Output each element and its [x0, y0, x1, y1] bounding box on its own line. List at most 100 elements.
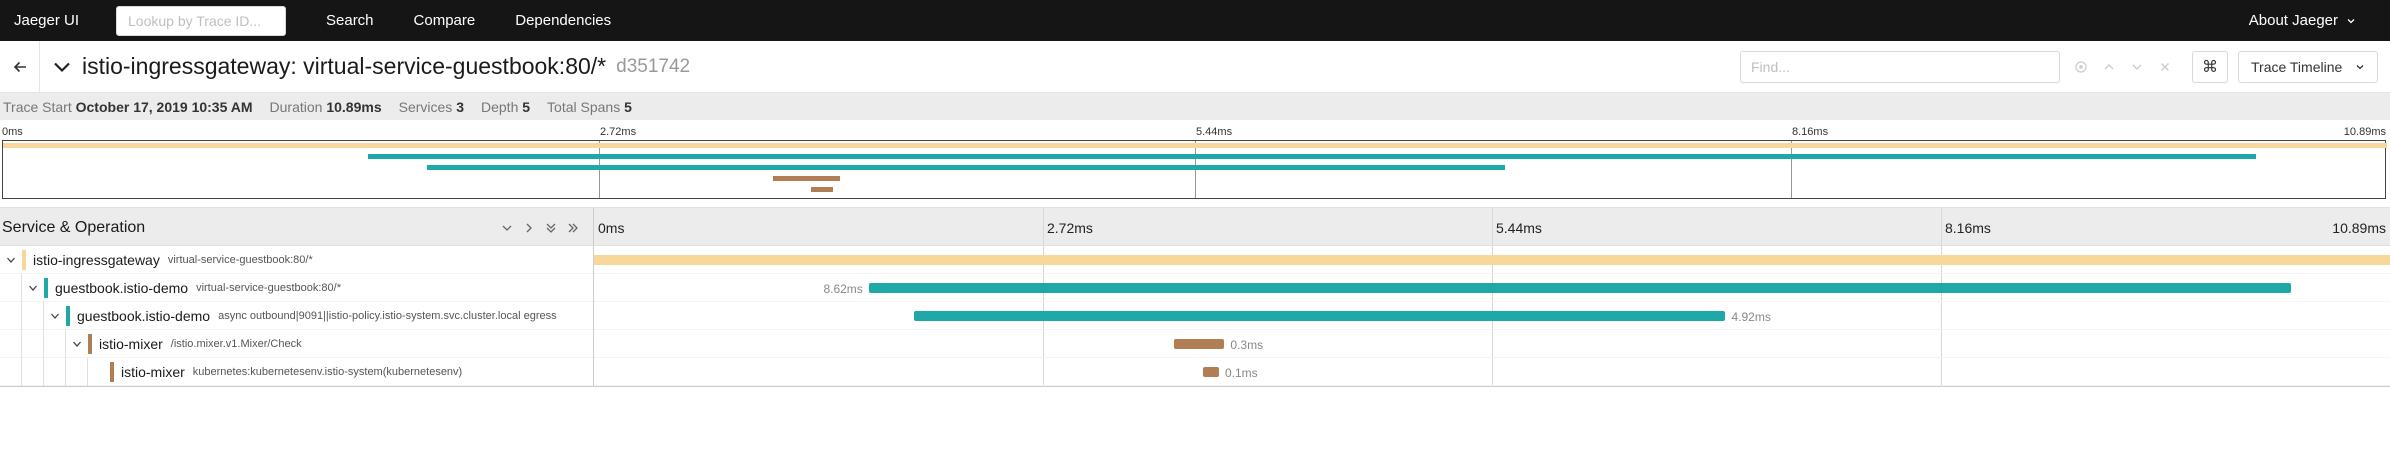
service-color-marker — [66, 306, 70, 326]
span-indent-guide — [44, 330, 66, 358]
span-name-cell[interactable]: istio-ingressgateway virtual-service-gues… — [0, 246, 594, 274]
arrow-left-icon — [13, 61, 26, 72]
span-indent-guide — [66, 358, 88, 386]
span-indent-guide — [22, 302, 44, 330]
span-row[interactable]: guestbook.istio-demo virtual-service-gues… — [0, 274, 2390, 302]
span-operation-name: /istio.mixer.v1.Mixer/Check — [170, 338, 302, 350]
span-row[interactable]: istio-mixer/istio.mixer.v1.Mixer/Check 0.… — [0, 330, 2390, 358]
span-service-name: istio-ingressgateway — [33, 252, 160, 268]
chevron-up-icon[interactable] — [2102, 60, 2116, 74]
find-input[interactable] — [1740, 50, 2060, 83]
span-row[interactable]: istio-ingressgateway virtual-service-gues… — [0, 246, 2390, 274]
keyboard-shortcuts-button[interactable]: ⌘ — [2192, 50, 2228, 83]
minimap-tick-label: 5.44ms — [1196, 126, 1233, 138]
trace-id: d351742 — [616, 55, 691, 77]
trace-summary: Trace Start October 17, 2019 10:35 AM Du… — [0, 93, 2390, 120]
chevron-down-icon — [7, 257, 15, 263]
minimap-tick-label: 10.89ms — [2343, 126, 2386, 138]
span-service-name: guestbook.istio-demo — [55, 280, 189, 296]
chevron-down-icon — [2356, 64, 2364, 69]
span-row[interactable]: guestbook.istio-demo async outbound|9091|… — [0, 302, 2390, 330]
timeline-tick-label: 5.44ms — [1496, 220, 1542, 236]
span-rows: istio-ingressgateway virtual-service-gues… — [0, 246, 2390, 386]
span-service-name: istio-mixer — [99, 336, 163, 352]
span-name-cell[interactable]: guestbook.istio-demo async outbound|9091|… — [0, 302, 594, 330]
minimap-span-bar — [773, 176, 840, 181]
timeline-bottom-border — [0, 386, 2390, 387]
span-toggle[interactable] — [22, 274, 44, 302]
locate-icon[interactable] — [2074, 60, 2088, 74]
service-color-marker — [44, 278, 48, 298]
minimap-span-bar — [367, 154, 2256, 159]
back-button[interactable] — [0, 40, 40, 93]
chevron-down-icon — [29, 285, 37, 291]
timeline-tick-label: 0ms — [598, 220, 625, 236]
minimap-tick-label: 2.72ms — [600, 126, 637, 138]
trace-start: Trace Start October 17, 2019 10:35 AM — [3, 98, 253, 115]
close-icon[interactable] — [2158, 60, 2172, 74]
trace-depth: Depth 5 — [481, 98, 531, 115]
about-jaeger-label: About Jaeger — [2248, 12, 2338, 29]
service-operation-title: Service & Operation — [2, 218, 146, 236]
span-toggle[interactable] — [44, 302, 66, 330]
find-navigation — [2074, 60, 2172, 74]
span-duration-label: 4.92ms — [1731, 310, 1771, 324]
service-color-marker — [22, 250, 26, 270]
span-name-cell[interactable]: istio-mixer kubernetes:kubernetesenv.isti… — [0, 358, 594, 386]
span-indent-guide — [0, 358, 22, 386]
span-duration-bar[interactable] — [1174, 339, 1225, 349]
span-row[interactable]: istio-mixer kubernetes:kubernetesenv.isti… — [0, 358, 2390, 386]
trace-duration: Duration 10.89ms — [269, 98, 382, 115]
span-toggle[interactable] — [66, 330, 88, 358]
minimap-span-bar — [3, 143, 2387, 148]
command-key-icon: ⌘ — [2202, 58, 2218, 76]
span-indent-guide — [44, 358, 66, 386]
span-duration-bar[interactable] — [594, 255, 2390, 265]
trace-services: Services 3 — [398, 98, 464, 115]
span-duration-bar[interactable] — [913, 311, 1726, 321]
nav-search-link[interactable]: Search — [326, 12, 374, 29]
about-jaeger-menu[interactable]: About Jaeger — [2249, 12, 2356, 29]
expand-all-icon[interactable] — [567, 222, 579, 234]
view-mode-label: Trace Timeline — [2251, 58, 2343, 75]
nav-dependencies-link[interactable]: Dependencies — [515, 12, 611, 29]
collapse-all-icon[interactable] — [545, 222, 557, 234]
span-name-cell[interactable]: guestbook.istio-demo virtual-service-gues… — [0, 274, 594, 302]
span-service-name: guestbook.istio-demo — [77, 308, 211, 324]
nav-compare-link[interactable]: Compare — [414, 12, 476, 29]
span-name-cell[interactable]: istio-mixer/istio.mixer.v1.Mixer/Check — [0, 330, 594, 358]
span-toggle[interactable] — [0, 246, 22, 274]
trace-minimap[interactable] — [2, 140, 2387, 199]
span-duration-label: 0.1ms — [1225, 366, 1258, 380]
span-indent-guide — [0, 302, 22, 330]
chevron-down-icon — [51, 313, 59, 319]
span-duration-bar[interactable] — [1202, 367, 1219, 377]
expand-collapse-controls — [501, 222, 579, 234]
expand-one-icon[interactable] — [523, 222, 535, 234]
service-color-marker — [88, 334, 92, 354]
minimap-tick-label: 0ms — [2, 126, 23, 138]
top-navbar: Jaeger UI Search Compare Dependencies Ab… — [0, 0, 2390, 41]
span-indent-guide — [22, 330, 44, 358]
collapse-one-icon[interactable] — [501, 222, 513, 234]
timeline-header: Service & Operation 0ms 2.72ms 5.44ms 8.16m… — [0, 207, 2390, 387]
timeline-tick-label: 2.72ms — [1047, 220, 1093, 236]
trace-total-spans: Total Spans 5 — [547, 98, 632, 115]
minimap-tick-label: 8.16ms — [1792, 126, 1829, 138]
trace-title: istio-ingressgateway: virtual-service-gu… — [82, 53, 607, 79]
service-operation-header: Service & Operation — [0, 208, 594, 247]
service-color-marker — [110, 362, 114, 382]
collapse-chevron-icon[interactable] — [52, 57, 72, 77]
span-indent-guide — [22, 358, 44, 386]
span-leaf-spacer — [88, 358, 110, 386]
trace-id-lookup-input[interactable] — [116, 5, 286, 36]
brand-logo[interactable]: Jaeger UI — [14, 12, 100, 29]
view-mode-select[interactable]: Trace Timeline — [2238, 50, 2378, 83]
span-indent-guide — [0, 274, 22, 302]
minimap-span-bar — [427, 165, 1505, 170]
span-duration-bar[interactable] — [868, 283, 2292, 293]
trace-page-header: istio-ingressgateway: virtual-service-gu… — [0, 40, 2390, 93]
span-operation-name: virtual-service-guestbook:80/* — [196, 282, 341, 294]
minimap-gridline — [1791, 141, 1792, 198]
chevron-down-icon[interactable] — [2130, 60, 2144, 74]
